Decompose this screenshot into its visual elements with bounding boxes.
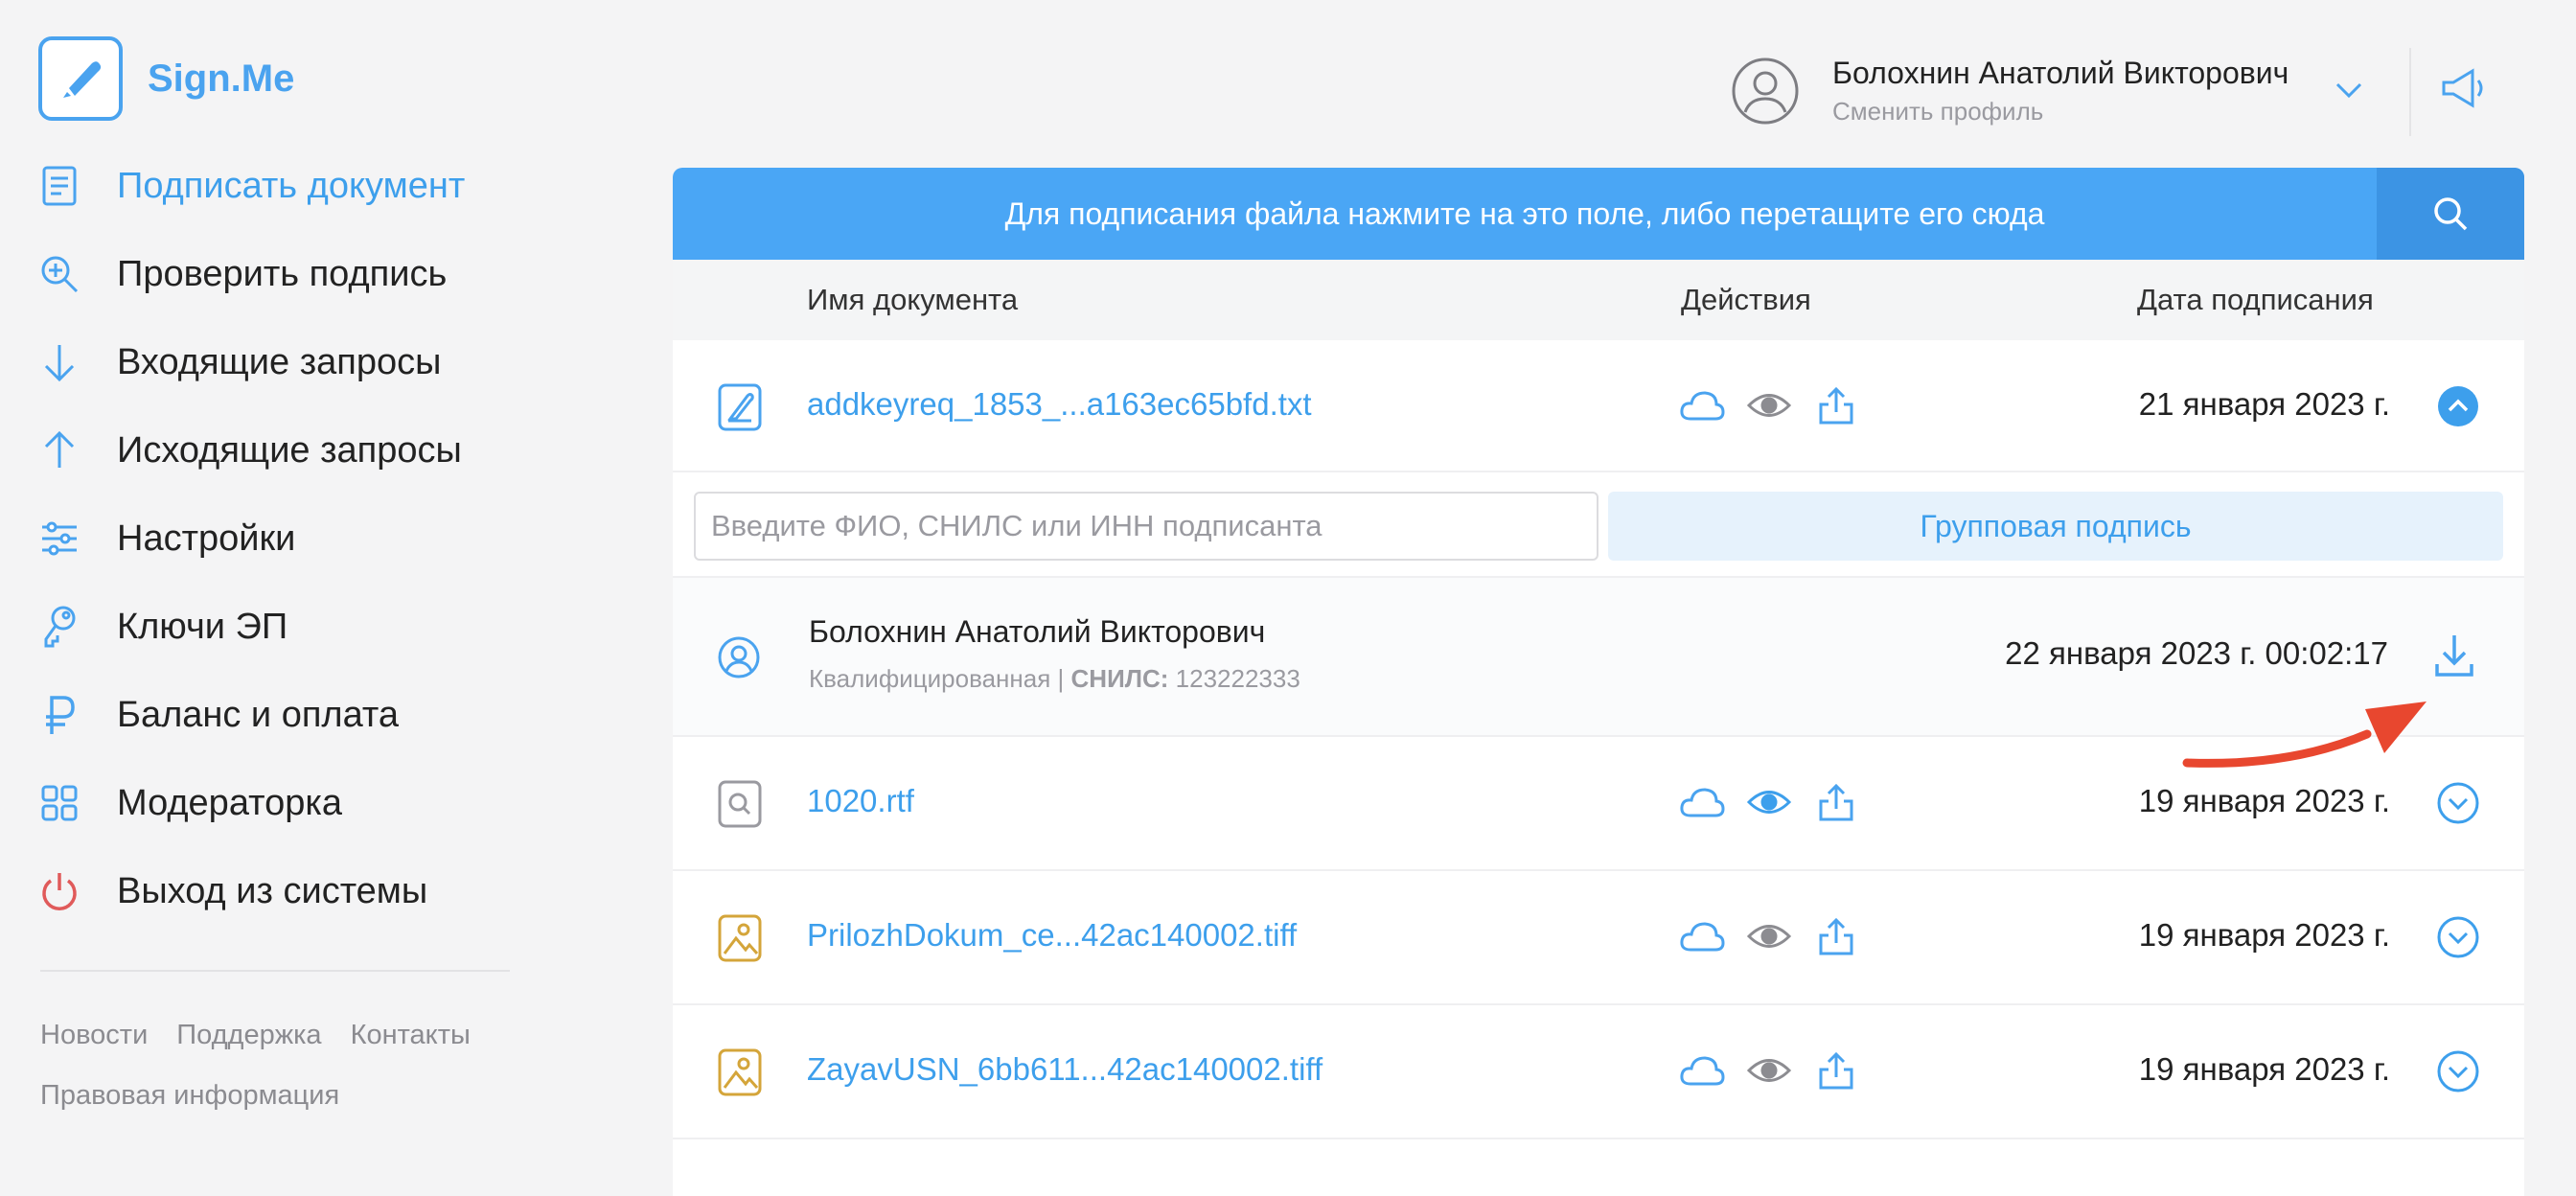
- document-name-link[interactable]: PrilozhDokum_ce...42ac140002.tiff: [807, 917, 1297, 954]
- chevron-down-circle-icon[interactable]: [2436, 915, 2480, 959]
- sidebar-item-verify-signature[interactable]: Проверить подпись: [38, 230, 537, 318]
- document-row[interactable]: PrilozhDokum_ce...42ac140002.tiff 19 янв…: [673, 871, 2524, 1005]
- document-name-link[interactable]: ZayavUSN_6bb611...42ac140002.tiff: [807, 1051, 1322, 1088]
- footer-link-news[interactable]: Новости: [40, 1020, 148, 1051]
- cloud-icon[interactable]: [1677, 911, 1727, 961]
- signer-search-input[interactable]: [694, 492, 1598, 561]
- eye-icon[interactable]: [1744, 380, 1794, 430]
- snils-label: СНИЛС:: [1070, 664, 1169, 693]
- sidebar-item-label: Исходящие запросы: [117, 429, 462, 471]
- sidebar-item-label: Подписать документ: [117, 165, 466, 206]
- app-logo[interactable]: Sign.Me: [38, 36, 294, 121]
- column-header-date[interactable]: Дата подписания: [2137, 283, 2374, 317]
- sidebar-item-moderation[interactable]: Модераторка: [38, 759, 537, 847]
- sidebar-item-label: Входящие запросы: [117, 341, 442, 382]
- app-name: Sign.Me: [148, 57, 295, 100]
- signer-row: Болохнин Анатолий Викторович Квалифициро…: [673, 578, 2524, 737]
- share-icon[interactable]: [1811, 380, 1861, 430]
- document-name-link[interactable]: 1020.rtf: [807, 783, 914, 819]
- user-circle-icon: [717, 635, 761, 679]
- header-divider: [2409, 48, 2411, 136]
- cloud-icon[interactable]: [1677, 1046, 1727, 1095]
- signer-name: Болохнин Анатолий Викторович: [809, 614, 1266, 649]
- image-file-icon: [717, 913, 763, 963]
- arrow-down-icon: [38, 341, 80, 383]
- sidebar-item-label: Настройки: [117, 518, 296, 559]
- document-icon: [38, 165, 80, 207]
- search-button[interactable]: [2377, 168, 2524, 260]
- pen-logo-icon: [38, 36, 123, 121]
- signing-toolbar: Групповая подпись: [673, 472, 2524, 578]
- group-sign-button[interactable]: Групповая подпись: [1608, 492, 2503, 561]
- sliders-icon: [38, 518, 80, 560]
- magnifier-plus-icon: [38, 253, 80, 295]
- eye-icon[interactable]: [1744, 1046, 1794, 1095]
- document-date: 19 января 2023 г.: [2138, 1051, 2390, 1087]
- signer-details: Квалифицированная | СНИЛС: 123222333: [809, 664, 1300, 693]
- signed-document-icon: [717, 382, 763, 432]
- cloud-icon[interactable]: [1677, 777, 1727, 827]
- document-row[interactable]: 1020.rtf 19 января 2023 г.: [673, 737, 2524, 871]
- power-icon: [38, 870, 80, 912]
- sidebar-item-keys[interactable]: Ключи ЭП: [38, 583, 537, 671]
- eye-icon[interactable]: [1744, 911, 1794, 961]
- search-document-icon: [717, 779, 763, 829]
- upload-dropzone[interactable]: Для подписания файла нажмите на это поле…: [673, 168, 2524, 260]
- chevron-up-icon[interactable]: [2436, 384, 2480, 428]
- sidebar-divider: [40, 970, 510, 972]
- arrow-up-icon: [38, 429, 80, 472]
- sidebar-item-incoming-requests[interactable]: Входящие запросы: [38, 318, 537, 406]
- document-row[interactable]: addkeyreq_1853_...a163ec65bfd.txt 21 янв…: [673, 340, 2524, 472]
- signature-type: Квалифицированная: [809, 664, 1051, 693]
- switch-profile-link[interactable]: Сменить профиль: [1832, 97, 2288, 126]
- share-icon[interactable]: [1811, 777, 1861, 827]
- share-icon[interactable]: [1811, 1046, 1861, 1095]
- profile-name: Болохнин Анатолий Викторович: [1832, 56, 2289, 90]
- key-icon: [38, 606, 80, 648]
- grid-icon: [38, 782, 80, 824]
- sidebar-item-label: Выход из системы: [117, 870, 428, 911]
- sidebar-item-label: Модераторка: [117, 782, 342, 823]
- column-header-name[interactable]: Имя документа: [807, 283, 1018, 317]
- eye-icon[interactable]: [1744, 777, 1794, 827]
- snils-value: 123222333: [1175, 664, 1300, 693]
- sidebar-item-label: Ключи ЭП: [117, 606, 288, 647]
- table-header: Имя документа Действия Дата подписания: [673, 260, 2524, 340]
- footer-link-contacts[interactable]: Контакты: [351, 1020, 471, 1051]
- user-avatar-icon: [1731, 57, 1800, 126]
- ruble-icon: [38, 694, 80, 736]
- documents-panel: Для подписания файла нажмите на это поле…: [673, 168, 2524, 1196]
- megaphone-icon[interactable]: [2440, 67, 2486, 111]
- sidebar-item-settings[interactable]: Настройки: [38, 494, 537, 583]
- document-row[interactable]: ZayavUSN_6bb611...42ac140002.tiff 19 янв…: [673, 1005, 2524, 1139]
- sidebar-item-label: Проверить подпись: [117, 253, 448, 294]
- sidebar-item-label: Баланс и оплата: [117, 694, 399, 735]
- sidebar-item-balance[interactable]: Баланс и оплата: [38, 671, 537, 759]
- column-header-actions: Действия: [1681, 283, 1811, 316]
- image-file-icon: [717, 1047, 763, 1097]
- chevron-down-circle-icon[interactable]: [2436, 1049, 2480, 1093]
- sidebar-item-logout[interactable]: Выход из системы: [38, 847, 537, 935]
- document-date: 19 января 2023 г.: [2138, 917, 2390, 953]
- document-date: 21 января 2023 г.: [2138, 386, 2390, 422]
- document-name-link[interactable]: addkeyreq_1853_...a163ec65bfd.txt: [807, 386, 1312, 423]
- profile-menu[interactable]: Болохнин Анатолий Викторович Сменить про…: [1731, 56, 2288, 126]
- chevron-down-icon[interactable]: [2334, 80, 2363, 100]
- sidebar-item-sign-document[interactable]: Подписать документ: [38, 142, 537, 230]
- sidebar-nav: Подписать документ Проверить подпись Вхо…: [38, 142, 537, 935]
- footer-link-legal[interactable]: Правовая информация: [40, 1080, 339, 1112]
- footer-links: Новости Поддержка Контакты Правовая инфо…: [40, 1020, 471, 1140]
- cloud-icon[interactable]: [1677, 380, 1727, 430]
- sidebar-item-outgoing-requests[interactable]: Исходящие запросы: [38, 406, 537, 494]
- upload-text: Для подписания файла нажмите на это поле…: [1004, 196, 2045, 231]
- chevron-down-circle-icon[interactable]: [2436, 781, 2480, 825]
- signature-datetime: 22 января 2023 г. 00:02:17: [2005, 635, 2388, 671]
- document-date: 19 января 2023 г.: [2138, 783, 2390, 818]
- search-icon: [2432, 196, 2469, 232]
- download-icon[interactable]: [2432, 632, 2476, 679]
- footer-link-support[interactable]: Поддержка: [176, 1020, 321, 1051]
- share-icon[interactable]: [1811, 911, 1861, 961]
